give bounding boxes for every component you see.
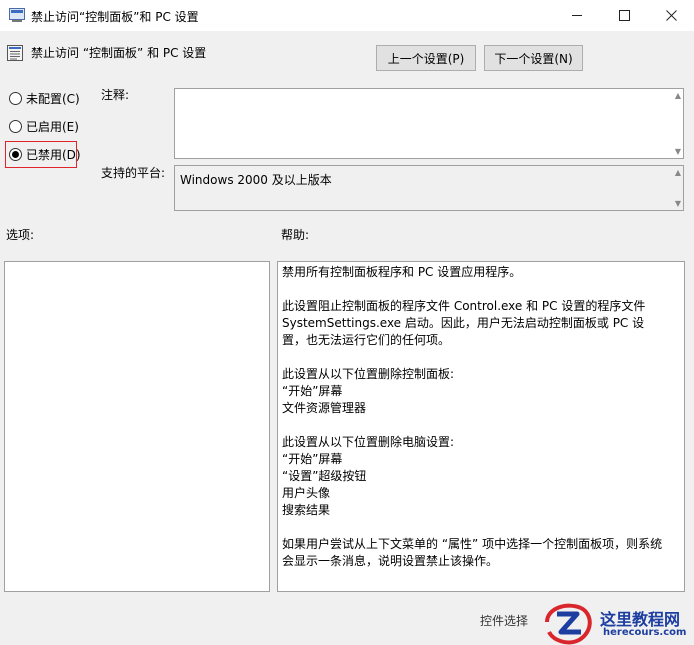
bottom-status-text: 控件选择 [480, 614, 529, 628]
comment-textarea[interactable]: ▲ ▼ [174, 88, 684, 159]
radio-not-configured[interactable]: 未配置(C) [9, 89, 80, 107]
platform-value: Windows 2000 及以上版本 [180, 173, 332, 187]
next-setting-button[interactable]: 下一个设置(N) [484, 45, 583, 71]
radio-circle[interactable] [9, 119, 22, 133]
radio-label: 未配置(C) [26, 91, 80, 106]
watermark: 这里教程网 herecours.com [541, 600, 694, 645]
scroll-up-icon[interactable]: ▲ [675, 168, 681, 177]
scroll-down-icon[interactable]: ▼ [675, 199, 681, 208]
scroll-up-icon[interactable]: ▲ [675, 91, 681, 100]
previous-setting-button[interactable]: 上一个设置(P) [376, 45, 476, 71]
policy-setting-icon [7, 45, 23, 61]
radio-enabled[interactable]: 已启用(E) [9, 117, 79, 135]
minimize-button[interactable] [554, 0, 600, 31]
help-panel: 禁用所有控制面板程序和 PC 设置应用程序。 此设置阻止控制面板的程序文件 Co… [277, 261, 685, 592]
platform-readonly-field: Windows 2000 及以上版本 ▲ ▼ [174, 165, 684, 211]
title-bar: 禁止访问“控制面板”和 PC 设置 [0, 0, 694, 31]
radio-label: 已启用(E) [26, 119, 79, 134]
help-label: 帮助: [281, 228, 310, 242]
watermark-url: herecours.com [603, 627, 687, 638]
options-label: 选项: [6, 228, 35, 242]
close-button[interactable] [648, 0, 694, 31]
comment-label: 注释: [101, 88, 130, 102]
window-title: 禁止访问“控制面板”和 PC 设置 [31, 10, 199, 24]
close-icon [665, 10, 677, 21]
setting-title: 禁止访问 “控制面板” 和 PC 设置 [31, 46, 207, 60]
scroll-down-icon[interactable]: ▼ [675, 147, 681, 156]
maximize-icon [618, 10, 630, 21]
minimize-icon [571, 15, 582, 16]
help-text: 禁用所有控制面板程序和 PC 设置应用程序。 此设置阻止控制面板的程序文件 Co… [282, 265, 663, 568]
platform-label: 支持的平台: [101, 166, 166, 180]
watermark-logo-icon [545, 603, 592, 645]
options-panel [4, 261, 270, 592]
policy-app-icon [9, 8, 25, 22]
maximize-button[interactable] [601, 0, 647, 31]
radio-circle[interactable] [9, 91, 22, 105]
highlight-annotation-box [5, 141, 77, 168]
